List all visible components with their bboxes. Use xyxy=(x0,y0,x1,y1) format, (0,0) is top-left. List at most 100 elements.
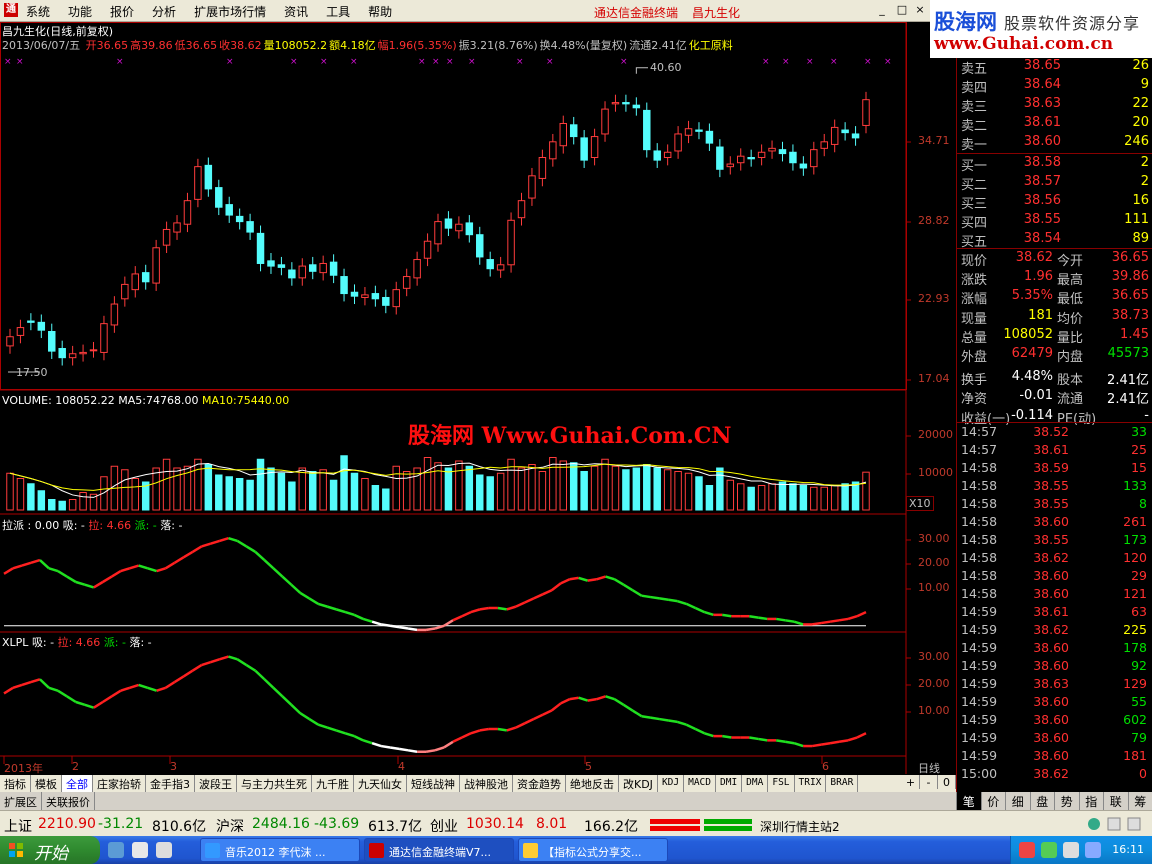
tray-icon[interactable] xyxy=(1019,842,1035,858)
tab-indicator[interactable]: 庄家抬轿 xyxy=(93,775,146,792)
server-name[interactable]: 深圳行情主站2 xyxy=(760,818,840,835)
tab-indicator[interactable]: 资金趋势 xyxy=(513,775,566,792)
stat-value: 2.41亿 xyxy=(1107,373,1149,389)
tick-row: 14:59 38.62 225 xyxy=(957,622,1152,640)
tab-right-panel[interactable]: 筹 xyxy=(1127,792,1152,810)
ind2-axis-label: 20.00 xyxy=(918,677,950,690)
ie-icon[interactable] xyxy=(108,842,124,858)
tab-indicator[interactable]: 绝地反击 xyxy=(566,775,619,792)
task-browser[interactable]: 【指标公式分享交... xyxy=(518,838,668,862)
tick-price: 38.61 xyxy=(1033,604,1069,619)
ma10-label: MA10: xyxy=(202,394,237,407)
sell-level[interactable]: 卖四 38.64 9 xyxy=(957,77,1152,96)
tab-indicator[interactable]: 短线战神 xyxy=(407,775,460,792)
menu-system[interactable]: 系统 xyxy=(26,0,50,20)
sell-level[interactable]: 卖三 38.63 22 xyxy=(957,96,1152,115)
buy-level[interactable]: 买三 38.56 16 xyxy=(957,193,1152,212)
level-price: 38.65 xyxy=(1023,58,1061,73)
tab-indicator[interactable]: 指标 xyxy=(0,775,31,792)
volume-bar xyxy=(747,486,755,511)
close-button[interactable]: × xyxy=(914,4,926,16)
menu-help[interactable]: 帮助 xyxy=(368,0,392,20)
tab-right-panel[interactable]: 联 xyxy=(1103,792,1128,810)
tab-indicator[interactable]: 九天仙女 xyxy=(354,775,407,792)
buy-level[interactable]: 买一 38.58 2 xyxy=(957,155,1152,174)
menu-analysis[interactable]: 分析 xyxy=(152,0,176,20)
signal-marker: × xyxy=(16,57,24,67)
menu-news[interactable]: 资讯 xyxy=(284,0,308,20)
indicator1-line xyxy=(613,578,625,586)
stat-label: 内盘 xyxy=(1057,350,1084,365)
level-name: 卖二 xyxy=(961,119,988,134)
signal-marker: × xyxy=(468,57,476,67)
tab-indicator[interactable]: BRAR xyxy=(826,775,859,792)
sell-level[interactable]: 卖五 38.65 26 xyxy=(957,58,1152,77)
tab-indicator[interactable]: 与主力共生死 xyxy=(237,775,312,792)
menu-function[interactable]: 功能 xyxy=(68,0,92,20)
buy-level[interactable]: 买四 38.55 111 xyxy=(957,212,1152,231)
menu-quote[interactable]: 报价 xyxy=(110,0,134,20)
desktop-icon[interactable] xyxy=(132,842,148,858)
candle-body xyxy=(476,234,484,258)
tab-indicator[interactable]: MACD xyxy=(684,775,716,792)
indicator1-line xyxy=(461,610,472,618)
tab-indicator[interactable]: FSL xyxy=(768,775,795,792)
tab-indicator[interactable]: 金手指3 xyxy=(146,775,195,792)
tick-row: 14:58 38.60 121 xyxy=(957,586,1152,604)
reset-button[interactable]: 0 xyxy=(938,775,956,789)
volume-bar xyxy=(246,479,254,511)
tab-indicator[interactable]: 战神股池 xyxy=(460,775,513,792)
tick-volume: 92 xyxy=(1131,658,1147,673)
tab-right-panel[interactable]: 势 xyxy=(1054,792,1079,810)
tab-indicator[interactable]: 九千胜 xyxy=(312,775,354,792)
volume-bar xyxy=(580,471,588,511)
volume-bar xyxy=(27,483,35,511)
tab-indicator[interactable]: 全部 xyxy=(62,775,93,792)
tab-right-panel[interactable]: 盘 xyxy=(1029,792,1055,810)
indicator2-line xyxy=(93,700,104,709)
tray-icon[interactable] xyxy=(1063,842,1079,858)
tab-indicator[interactable]: KDJ xyxy=(658,775,685,792)
chart-area[interactable]: × × × × × × × × × × × × × × × × × × × × 昌九生化(日线,前复权) 2013/0… xyxy=(0,22,956,776)
buy-level[interactable]: 买二 38.57 2 xyxy=(957,174,1152,193)
tray-icon[interactable] xyxy=(1041,842,1057,858)
candle-body xyxy=(684,128,693,136)
tab-indicator[interactable]: DMA xyxy=(742,775,769,792)
tab-right-panel[interactable]: 指 xyxy=(1078,792,1104,810)
media-icon[interactable] xyxy=(156,842,172,858)
music-app-icon xyxy=(205,843,220,858)
task-music[interactable]: 音乐2012 李代沫 ... xyxy=(200,838,360,862)
period-label[interactable]: 日线 xyxy=(918,760,940,776)
task-tdx[interactable]: 通达信金融终端V7... xyxy=(364,838,514,862)
start-button[interactable]: 开始 xyxy=(0,836,100,864)
indicator2-line xyxy=(749,736,759,741)
tab-indicator[interactable]: 改KDJ xyxy=(619,775,658,792)
tab-extension-area[interactable]: 扩展区 xyxy=(0,792,42,810)
tick-price: 38.60 xyxy=(1033,730,1069,745)
menu-tools[interactable]: 工具 xyxy=(326,0,350,20)
tab-indicator[interactable]: DMI xyxy=(716,775,743,792)
volume-bar xyxy=(716,467,724,511)
date-label: 2013年 xyxy=(4,762,43,775)
restore-button[interactable]: □ xyxy=(896,4,908,16)
indicator1-line xyxy=(30,558,41,565)
zoom-in-button[interactable]: + xyxy=(902,775,920,789)
tab-right-panel[interactable]: 价 xyxy=(980,792,1006,810)
indicator1-line xyxy=(641,594,651,599)
zoom-out-button[interactable]: - xyxy=(920,775,938,789)
menu-extended-market[interactable]: 扩展市场行情 xyxy=(194,0,266,20)
tab-right-panel[interactable]: 细 xyxy=(1005,792,1030,810)
tab-right-panel[interactable]: 笔 xyxy=(956,792,981,810)
sell-level[interactable]: 卖二 38.61 20 xyxy=(957,115,1152,134)
candle-body xyxy=(361,294,369,298)
sell-level[interactable]: 卖一 38.60 246 xyxy=(957,134,1152,153)
tab-indicator[interactable]: TRIX xyxy=(795,775,827,792)
minimize-button[interactable]: _ xyxy=(876,4,888,16)
tab-related-quotes[interactable]: 关联报价 xyxy=(42,792,95,810)
tab-indicator[interactable]: 模板 xyxy=(31,775,62,792)
stat-label: 现价 xyxy=(961,254,988,269)
tick-price: 38.55 xyxy=(1033,496,1069,511)
tab-indicator[interactable]: 波段王 xyxy=(195,775,237,792)
tray-icon[interactable] xyxy=(1085,842,1101,858)
indicator1-line xyxy=(138,564,149,570)
